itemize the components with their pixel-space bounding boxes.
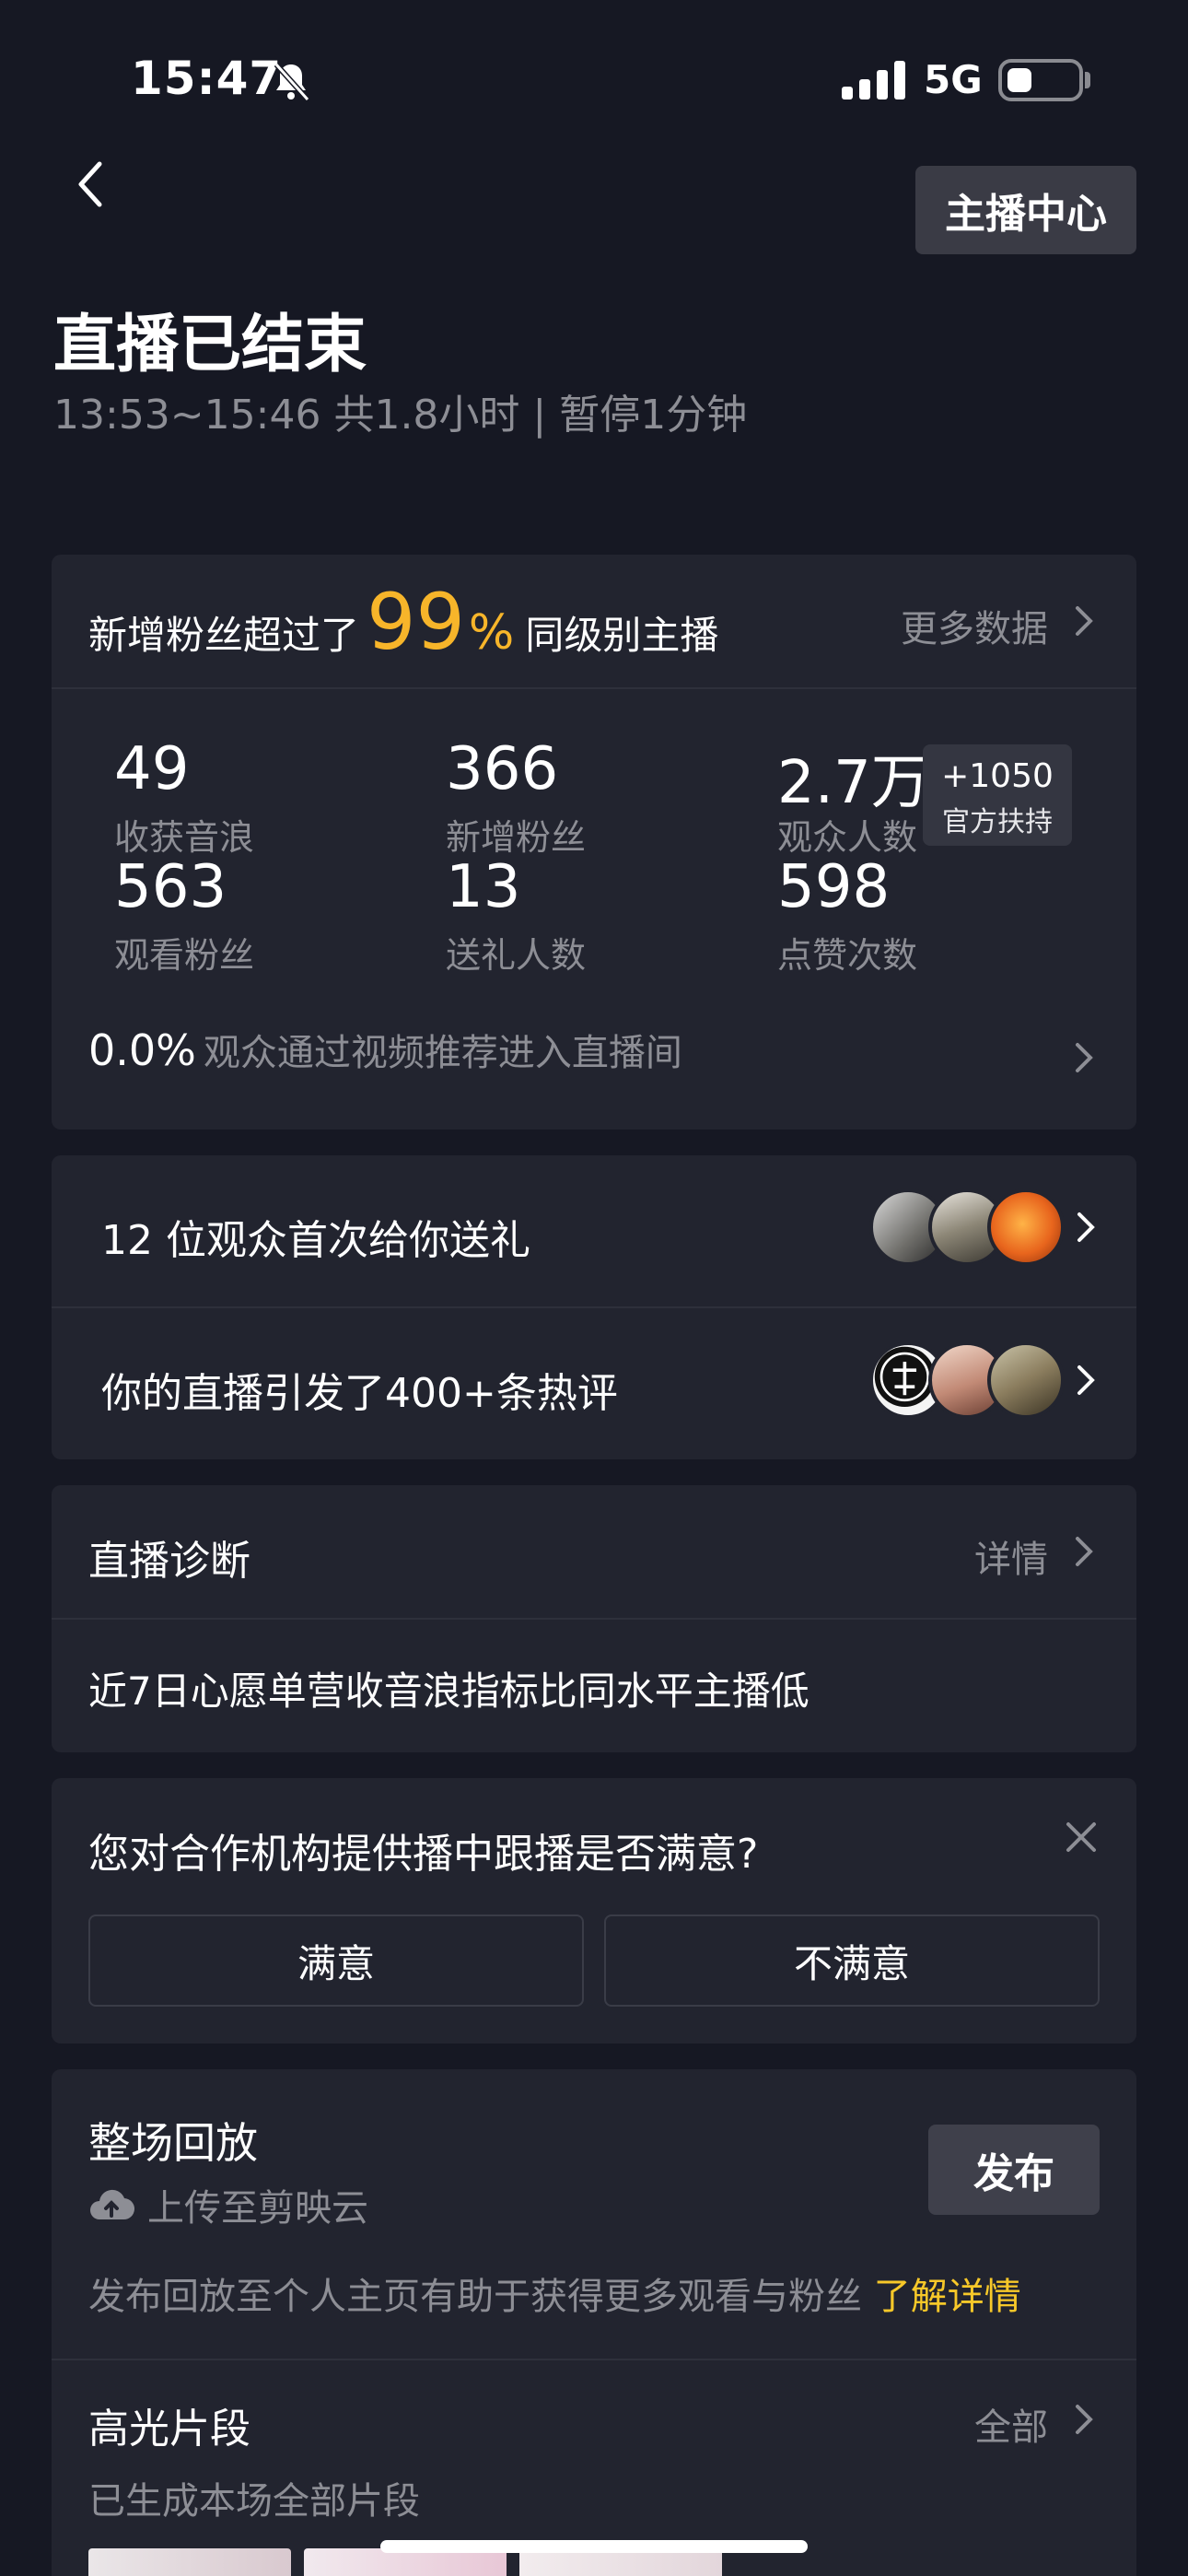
upload-cloud-label: 上传至剪映云 [147, 2187, 368, 2230]
avatar [987, 1341, 1065, 1419]
fans-ranking: 新增粉丝超过了 99 % 同级别主播 [88, 577, 719, 667]
chevron-right-icon[interactable] [1076, 1211, 1096, 1244]
bell-muted-icon [274, 62, 310, 102]
replay-title: 整场回放 [88, 2118, 258, 2168]
publish-tip: 发布回放至个人主页有助于获得更多观看与粉丝 了解详情 [88, 2266, 1021, 2320]
chevron-right-icon[interactable] [1074, 1535, 1094, 1568]
avatar [987, 1188, 1065, 1266]
cloud-upload-icon [90, 2189, 134, 2220]
publish-button[interactable]: 发布 [928, 2125, 1100, 2215]
stat-value-viewers: 2.7万 [777, 749, 930, 817]
survey-card: 您对合作机构提供播中跟播是否满意? 满意 不满意 [52, 1778, 1136, 2043]
stat-value-gift-givers: 13 [446, 853, 521, 921]
recommend-entry-row[interactable]: 0.0% 观众通过视频推荐进入直播间 [88, 1023, 682, 1076]
anchor-center-button[interactable]: 主播中心 [915, 166, 1136, 254]
highlights-subtitle: 已生成本场全部片段 [88, 2480, 420, 2523]
divider [52, 2359, 1136, 2360]
divider [52, 687, 1136, 689]
divider [52, 1306, 1136, 1308]
battery-icon [998, 59, 1083, 101]
replay-card: 整场回放 上传至剪映云 发布 发布回放至个人主页有助于获得更多观看与粉丝 了解详… [52, 2069, 1136, 2576]
recommend-text: 观众通过视频推荐进入直播间 [203, 1032, 682, 1074]
fans-ranking-percent: 99 [367, 577, 465, 667]
first-gift-row[interactable]: 12 位观众首次给你送礼 [101, 1207, 530, 1266]
social-card: 12 位观众首次给你送礼 你的直播引发了400+条热评 [52, 1155, 1136, 1459]
diagnosis-card: 直播诊断 详情 近7日心愿单营收音浪指标比同水平主播低 [52, 1485, 1136, 1752]
stat-value-likes: 598 [777, 853, 891, 921]
satisfied-button[interactable]: 满意 [88, 1914, 584, 2007]
highlight-thumbnail[interactable] [88, 2548, 291, 2576]
network-type: 5G [924, 57, 983, 102]
upload-cloud-row[interactable]: 上传至剪映云 [88, 2178, 368, 2231]
live-duration: 13:53~15:46 共1.8小时 | 暂停1分钟 [53, 392, 748, 439]
chevron-right-icon[interactable] [1074, 604, 1094, 638]
stat-label-gift-givers: 送礼人数 [446, 935, 587, 976]
stat-label-likes: 点赞次数 [777, 935, 918, 976]
fans-ranking-prefix: 新增粉丝超过了 [88, 613, 360, 658]
survey-question: 您对合作机构提供播中跟播是否满意? [88, 1831, 759, 1878]
fans-ranking-suffix: 同级别主播 [525, 613, 719, 658]
highlights-title: 高光片段 [88, 2406, 250, 2453]
stat-label-sound-waves: 收获音浪 [114, 817, 255, 858]
status-bar: 15:47 5G [0, 0, 1188, 147]
highlights-all-link[interactable]: 全部 [974, 2397, 1048, 2451]
page-title: 直播已结束 [53, 309, 367, 381]
stat-label-viewers: 观众人数 [777, 817, 918, 858]
diagnosis-text: 近7日心愿单营收音浪指标比同水平主播低 [88, 1669, 809, 1714]
support-count: +1050 [941, 757, 1054, 795]
status-time: 15:47 [131, 52, 283, 105]
chevron-right-icon[interactable] [1076, 1364, 1096, 1397]
diagnosis-detail-link[interactable]: 详情 [974, 1529, 1048, 1583]
stats-card: 新增粉丝超过了 99 % 同级别主播 更多数据 49 收获音浪 366 新增粉丝… [52, 555, 1136, 1130]
stat-value-new-fans: 366 [446, 735, 559, 803]
signal-icon [842, 61, 905, 100]
stat-value-sound-waves: 49 [114, 735, 190, 803]
stat-label-watching-fans: 观看粉丝 [114, 935, 255, 976]
official-support-badge: +1050 官方扶持 [923, 744, 1072, 846]
recommend-percent: 0.0% [88, 1025, 196, 1075]
home-indicator[interactable] [380, 2540, 808, 2553]
divider [52, 1618, 1136, 1620]
chevron-right-icon[interactable] [1074, 1041, 1094, 1074]
percent-sign: % [468, 605, 515, 661]
learn-more-link[interactable]: 了解详情 [874, 2276, 1021, 2318]
chevron-right-icon[interactable] [1074, 2403, 1094, 2436]
hot-comments-row[interactable]: 你的直播引发了400+条热评 [101, 1360, 618, 1419]
unsatisfied-button[interactable]: 不满意 [604, 1914, 1100, 2007]
more-data-link[interactable]: 更多数据 [901, 599, 1048, 652]
battery-cap [1085, 72, 1090, 88]
stat-value-watching-fans: 563 [114, 853, 227, 921]
back-arrow-icon[interactable] [64, 151, 120, 217]
publish-tip-text: 发布回放至个人主页有助于获得更多观看与粉丝 [88, 2276, 862, 2318]
diagnosis-title: 直播诊断 [88, 1538, 250, 1585]
stat-label-new-fans: 新增粉丝 [446, 817, 587, 858]
support-label: 官方扶持 [942, 806, 1053, 838]
close-icon[interactable] [1063, 1819, 1100, 1856]
live-ended-page: 15:47 5G 主播中心 直播已结束 13:53~15:46 共1.8小时 |… [0, 0, 1188, 2576]
